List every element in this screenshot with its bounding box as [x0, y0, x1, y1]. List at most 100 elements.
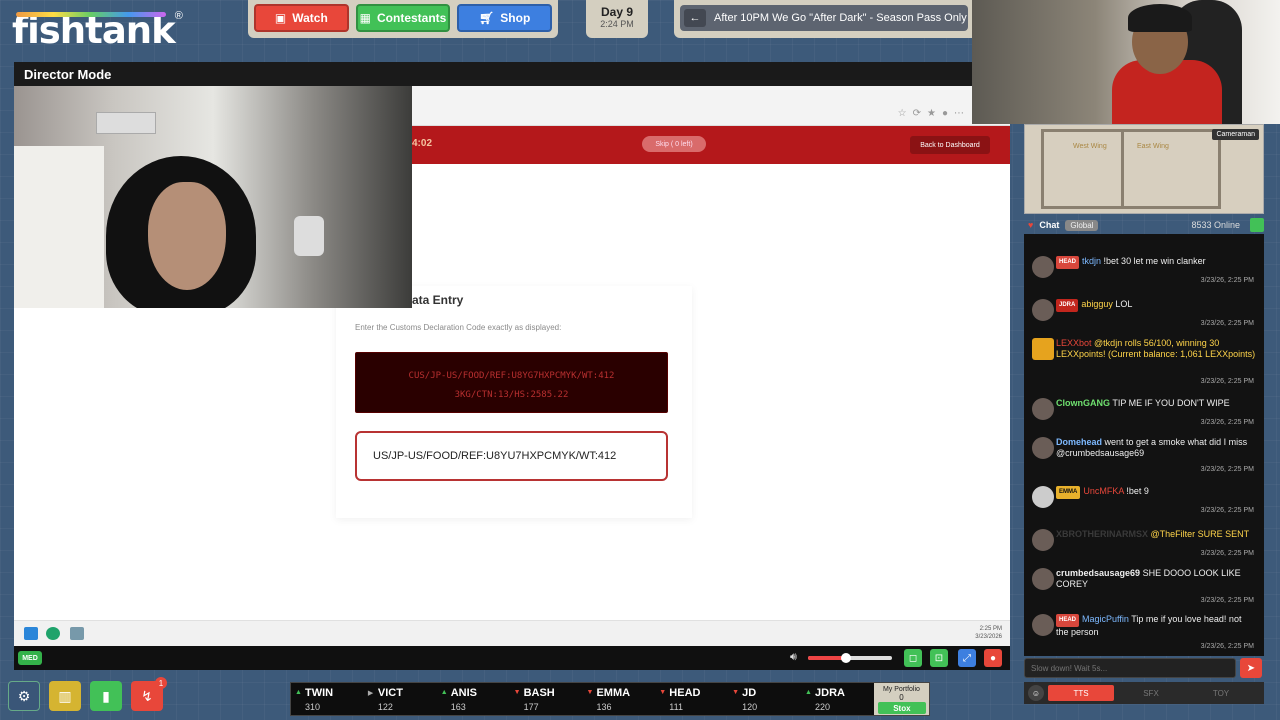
username[interactable]: abigguy [1081, 299, 1113, 309]
stock-bash[interactable]: ▼ BASH 177 [510, 683, 583, 715]
browser-icon[interactable] [46, 627, 60, 640]
arrow-up-icon: ▲ [295, 689, 302, 696]
avatar[interactable] [1032, 568, 1054, 590]
taskbar-date: 3/23/2026 [975, 634, 1002, 640]
stock-anis[interactable]: ▲ ANIS 163 [437, 683, 510, 715]
toy-button[interactable]: TOY [1188, 685, 1254, 701]
message-text: LOL [1115, 299, 1133, 309]
settings-icon[interactable]: ⚙ [8, 681, 40, 711]
message-time: 3/23/26, 2:25 PM [1200, 466, 1254, 473]
fishtank-logo[interactable]: fishtank® [12, 10, 183, 52]
stock-emma[interactable]: ▼ EMMA 136 [582, 683, 655, 715]
east-wing-label[interactable]: East Wing [1137, 143, 1169, 150]
shop-button[interactable]: 🛒︎ Shop [457, 4, 553, 32]
stock-symbol: VICT [377, 687, 403, 699]
fullscreen-icon[interactable]: ⤢ [958, 649, 976, 667]
tts-label: TTS [1073, 688, 1089, 698]
chat-messages: HEAD tkdjn !bet 30 let me win clanker 3/2… [1024, 234, 1264, 656]
form-instruction: Enter the Customs Declaration Code exact… [355, 323, 562, 332]
watch-button[interactable]: ▣ Watch [254, 4, 349, 32]
cast-icon[interactable]: ⊡ [930, 649, 948, 667]
chat-input[interactable] [1024, 658, 1236, 678]
stock-symbol: TWIN [305, 687, 334, 699]
send-icon[interactable]: ➤ [1240, 658, 1262, 678]
top-nav: ▣ Watch ▦ Contestants 🛒︎ Shop [248, 0, 558, 38]
avatar[interactable] [1032, 398, 1054, 420]
sfx-button[interactable]: SFX [1118, 685, 1184, 701]
windows-start-icon[interactable] [24, 627, 38, 640]
arrow-left-icon[interactable]: ← [684, 9, 706, 27]
contestant-webcam[interactable] [14, 86, 412, 308]
stock-vict[interactable]: ▶ VICT 122 [364, 683, 437, 715]
volume-knob[interactable] [840, 653, 851, 663]
notepad-icon[interactable] [70, 627, 84, 640]
username[interactable]: UncMFKA [1083, 486, 1124, 496]
username[interactable]: XBROTHERINARMSX [1056, 529, 1148, 539]
username[interactable]: Domehead [1056, 437, 1102, 447]
watch-label: Watch [292, 11, 328, 25]
countdown-timer: 4:02 [412, 138, 433, 149]
logo-rainbow-stripe [16, 12, 166, 17]
hair-shape [1128, 4, 1192, 32]
avatar[interactable] [1032, 437, 1054, 459]
message-text: TIP ME IF YOU DON'T WIPE [1112, 398, 1230, 408]
avatar[interactable] [1032, 338, 1054, 360]
arrow-up-icon: ▲ [440, 689, 448, 696]
tab-global[interactable]: Global [1065, 219, 1099, 231]
avatar[interactable] [1032, 486, 1054, 508]
avatar[interactable] [1032, 529, 1054, 551]
volume-slider[interactable] [808, 653, 892, 663]
logo-registered-mark: ® [174, 10, 183, 22]
day-time: 2:24 PM [600, 19, 634, 29]
contestant-badge: HEAD [1056, 614, 1080, 627]
tts-button[interactable]: TTS [1048, 685, 1114, 701]
cameraman-button[interactable]: Cameraman [1212, 129, 1259, 140]
stock-jd[interactable]: ▼ JD 120 [728, 683, 801, 715]
emoji-icon[interactable]: ☺ [1028, 685, 1044, 701]
floorplan-wall [1121, 129, 1124, 209]
stock-value: 163 [450, 702, 466, 712]
stock-head[interactable]: ▼ HEAD 111 [655, 683, 728, 715]
avatar[interactable] [1032, 256, 1054, 278]
ticker-text: After 10PM We Go "After Dark" - Season P… [714, 12, 967, 24]
expand-icon[interactable] [1250, 218, 1264, 232]
stocks-icon[interactable]: ▥ [49, 681, 81, 711]
chat-header: ♥ Chat Global 8533 Online [1024, 216, 1264, 234]
jar-object [294, 216, 324, 256]
code-line-1: CUS/JP-US/FOOD/REF:U8YG7HXPCMYK/WT:412 [408, 371, 615, 381]
app-header: 4:02 Skip ( 0 left) Back to Dashboard [412, 126, 1010, 164]
stock-jdra[interactable]: ▲ JDRA 220 [801, 683, 874, 715]
clip-icon[interactable]: ◻ [904, 649, 922, 667]
west-wing-label[interactable]: West Wing [1073, 143, 1107, 150]
username[interactable]: ClownGANG [1056, 398, 1110, 408]
code-entry-input[interactable] [355, 431, 668, 481]
username[interactable]: crumbedsausage69 [1056, 568, 1140, 578]
pip-webcam[interactable] [972, 0, 1280, 124]
speaker-icon[interactable]: 🔊︎ [790, 651, 797, 664]
contestants-button[interactable]: ▦ Contestants [355, 4, 451, 32]
stock-twin[interactable]: ▲ TWIN 310 [291, 683, 364, 715]
username[interactable]: tkdjn [1082, 256, 1101, 266]
avatar[interactable] [1032, 614, 1054, 636]
media-controls: MED 🔊︎ ◻ ⊡ ⤢ ● [14, 646, 1010, 670]
quality-badge[interactable]: MED [18, 651, 42, 665]
stox-button[interactable]: Stox [877, 702, 926, 714]
wall-picture [96, 112, 156, 134]
back-to-dashboard-button[interactable]: Back to Dashboard [910, 136, 990, 154]
avatar[interactable] [1032, 299, 1054, 321]
house-map[interactable]: West Wing East Wing Cameraman [1024, 124, 1264, 214]
portfolio-box[interactable]: My Portfolio 0 Stox [873, 683, 930, 715]
skip-button[interactable]: Skip ( 0 left) [642, 136, 706, 152]
arrow-down-icon: ▼ [732, 689, 740, 696]
announcement-ticker: ← After 10PM We Go "After Dark" - Season… [674, 0, 974, 38]
season-pass-icon[interactable]: ▮ [90, 681, 122, 711]
online-count: 8533 Online [1191, 220, 1240, 230]
username[interactable]: MagicPuffin [1082, 614, 1129, 624]
message-time: 3/23/26, 2:25 PM [1200, 320, 1254, 327]
stock-value: 310 [305, 702, 321, 712]
username[interactable]: LEXXbot [1056, 338, 1092, 348]
record-icon[interactable]: ● [984, 649, 1002, 667]
stock-symbol: JD [742, 687, 757, 699]
face-shape [148, 182, 226, 290]
director-mode-label: Director Mode [24, 67, 112, 82]
